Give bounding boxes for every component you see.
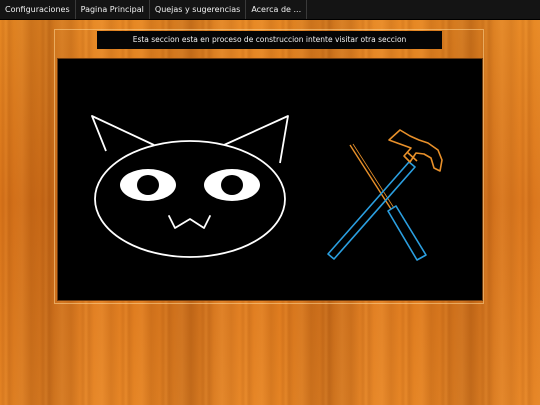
illustration-panel: [57, 58, 483, 301]
screwdriver-icon: [349, 143, 427, 261]
nav-item-acerca-de[interactable]: Acerca de ...: [246, 0, 308, 19]
cat-head: [94, 140, 286, 258]
screwdriver-shaft: [349, 144, 392, 210]
screwdriver-handle: [387, 205, 427, 261]
illustration-svg: [91, 115, 443, 261]
cat-right-pupil: [221, 175, 243, 195]
hammer-head: [388, 129, 443, 172]
cat-left-pupil: [137, 175, 159, 195]
construction-notice: Esta seccion esta en proceso de construc…: [97, 31, 442, 49]
nav-item-pagina-principal[interactable]: Pagina Principal: [76, 0, 150, 19]
cat-mouth: [168, 215, 211, 229]
nav-item-configuraciones[interactable]: Configuraciones: [0, 0, 76, 19]
cat-face-icon: [91, 115, 289, 258]
nav-item-quejas-sugerencias[interactable]: Quejas y sugerencias: [150, 0, 247, 19]
cat-left-ear: [91, 115, 155, 152]
cat-right-ear: [223, 115, 289, 164]
top-navbar: Configuraciones Pagina Principal Quejas …: [0, 0, 540, 20]
hammer-handle: [327, 161, 416, 260]
